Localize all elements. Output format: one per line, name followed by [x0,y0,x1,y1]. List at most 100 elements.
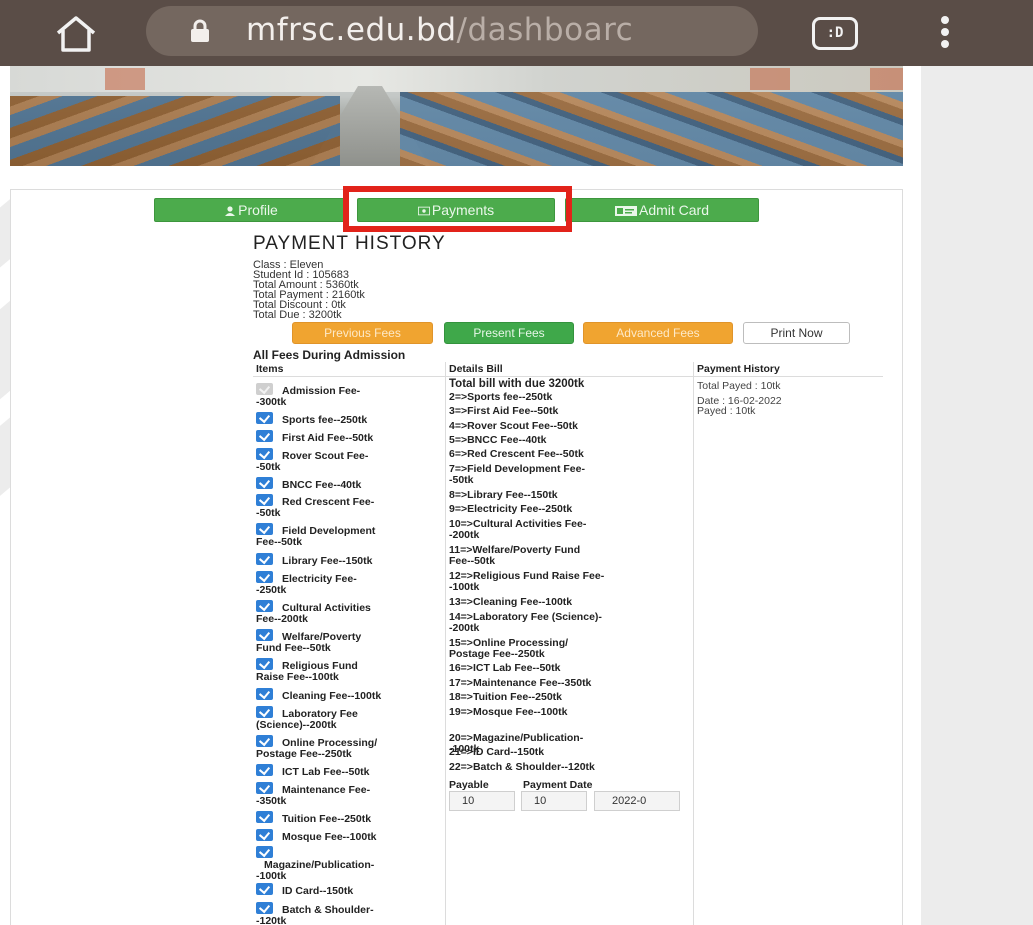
present-fees-button[interactable]: Present Fees [444,322,574,344]
column-divider [693,362,694,925]
bill-line-text: 13=>Cleaning Fee--100tk [449,596,573,608]
lock-icon [191,19,209,42]
advanced-fees-button[interactable]: Advanced Fees [583,322,733,344]
fee-item-checkbox[interactable] [256,571,273,583]
bill-line: 3=>First Aid Fee--50tk [449,406,689,417]
fee-item-checkbox[interactable] [256,735,273,747]
payment-date-input[interactable]: 2022-0 [594,791,680,811]
payment-date-label: Payment Date [523,779,593,791]
fee-item-checkbox[interactable] [256,629,273,641]
bill-line: 16=>ICT Lab Fee--50tk [449,663,689,674]
student-info: Class : Eleven Student Id : 105683 Total… [253,260,365,321]
section-title: All Fees During Admission [253,348,406,362]
fee-item-checkbox[interactable] [256,829,273,841]
bill-line: 17=>Maintenance Fee--350tk [449,678,689,689]
bill-line: 13=>Cleaning Fee--100tk [449,597,689,608]
bill-line-text: 8=>Library Fee--150tk [449,489,558,501]
fee-item-checkbox[interactable] [256,553,273,565]
bill-line: 19=>Mosque Fee--100tk [449,707,689,718]
bill-line: 15=>Online Processing/Postage Fee--250tk [449,638,689,660]
address-bar[interactable]: mfrsc.edu.bd/dashboarc [146,6,758,56]
fee-item: Electricity Fee- -250tk [256,571,440,596]
fee-item-checkbox[interactable] [256,600,273,612]
bill-line-text: 3=>First Aid Fee--50tk [449,405,559,417]
bill-line: 6=>Red Crescent Fee--50tk [449,449,689,460]
fee-item-amount: Raise Fee--100tk [256,671,339,683]
bill-line-text: 18=>Tuition Fee--250tk [449,691,563,703]
fee-item-checkbox[interactable] [256,430,273,442]
bill-line-text: 22=>Batch & Shoulder--120tk [449,761,595,773]
fee-item: First Aid Fee--50tk [256,430,440,444]
side-gutter [921,66,1033,925]
fee-item-label: Mosque Fee--100tk [282,831,377,843]
total-bill: Total bill with due 3200tk [449,378,585,390]
home-icon[interactable] [52,14,100,54]
history-total-payed: Total Payed : 10tk [697,380,781,392]
fee-item-checkbox[interactable] [256,764,273,776]
bill-line-text: 5=>BNCC Fee--40tk [449,434,547,446]
fee-item-checkbox[interactable] [256,902,273,914]
bill-line-amount: -100tk [449,581,480,593]
bill-line: 12=>Religious Fund Raise Fee- -100tk [449,571,689,593]
fee-item-checkbox[interactable] [256,782,273,794]
bill-line-amount: Fee--50tk [449,555,496,567]
id-card-icon [614,206,637,216]
url-path: /dashboarc [456,12,634,48]
fee-item: Rover Scout Fee- -50tk [256,448,440,473]
bill-line-text: 21=>ID Card--150tk [449,746,545,758]
fee-item-amount: (Science)--200tk [256,719,337,731]
fee-item-checkbox[interactable] [256,846,273,858]
bill-line-text: 2=>Sports fee--250tk [449,391,553,403]
bill-line: 10=>Cultural Activities Fee- -200tk [449,519,689,541]
fee-item-label: Cleaning Fee--100tk [282,690,382,702]
print-now-button[interactable]: Print Now [743,322,850,344]
fee-item: Library Fee--150tk [256,553,440,567]
bill-line: 4=>Rover Scout Fee--50tk [449,421,689,432]
tab-switcher-button[interactable]: :D [812,17,858,50]
fee-item-amount: -50tk [256,507,281,519]
fee-item-checkbox[interactable] [256,688,273,700]
fee-item-label: First Aid Fee--50tk [282,432,374,444]
fee-item-checkbox[interactable] [256,383,273,395]
url-text: mfrsc.edu.bd/dashboarc [246,12,633,48]
payment-input[interactable]: 10 [521,791,587,811]
fee-item-label: ICT Lab Fee--50tk [282,766,370,778]
fee-item-label: Rover Scout Fee- [282,450,369,462]
fee-item-checkbox[interactable] [256,658,273,670]
bill-line: 14=>Laboratory Fee (Science)- -200tk [449,612,689,634]
fee-item: Magazine/Publication- -100tk [256,846,440,882]
fee-item-checkbox[interactable] [256,811,273,823]
fee-item-amount: Fund Fee--50tk [256,642,331,654]
hero-exam-hall-image [10,66,903,166]
fee-item-amount: Fee--50tk [256,536,303,548]
payable-label: Payable [449,779,489,791]
bill-line: 8=>Library Fee--150tk [449,490,689,501]
payable-input[interactable]: 10 [449,791,515,811]
bill-line: 7=>Field Development Fee- -50tk [449,464,689,486]
more-options-icon[interactable] [938,16,952,52]
fee-item: Cultural Activities Fee--200tk [256,600,440,625]
browser-toolbar: mfrsc.edu.bd/dashboarc :D [0,0,1033,66]
fee-item-checkbox[interactable] [256,883,273,895]
fee-item-checkbox[interactable] [256,412,273,424]
profile-button[interactable]: Profile [154,198,348,222]
fee-item: Cleaning Fee--100tk [256,688,440,702]
previous-fees-button[interactable]: Previous Fees [292,322,433,344]
fee-item-checkbox[interactable] [256,448,273,460]
fee-item-checkbox[interactable] [256,494,273,506]
fee-item: Welfare/Poverty Fund Fee--50tk [256,629,440,654]
header-divider [253,376,883,377]
history-column-header: Payment History [697,363,780,375]
fee-item-checkbox[interactable] [256,523,273,535]
profile-label: Profile [238,202,278,218]
fee-item-amount: -50tk [256,461,281,473]
fee-item-checkbox[interactable] [256,706,273,718]
column-divider [445,362,446,925]
bill-line-text: 4=>Rover Scout Fee--50tk [449,420,578,432]
fee-item-label: Tuition Fee--250tk [282,813,372,825]
fee-item-amount: Fee--200tk [256,613,308,625]
admit-card-button[interactable]: Admit Card [565,198,759,222]
fee-item-checkbox[interactable] [256,477,273,489]
fee-item: Red Crescent Fee- -50tk [256,494,440,519]
fee-item: Religious Fund Raise Fee--100tk [256,658,440,683]
